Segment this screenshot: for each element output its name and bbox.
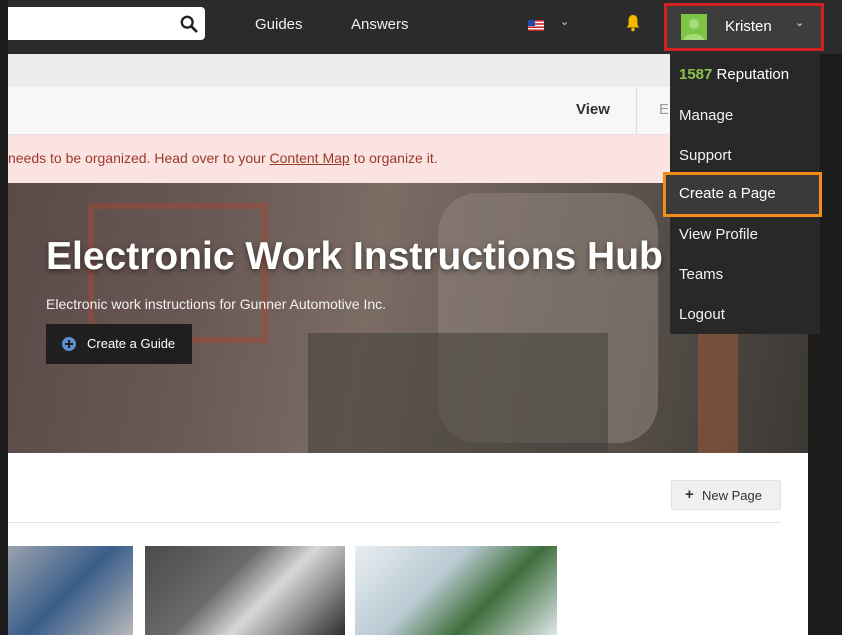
hero-subtitle: Electronic work instructions for Gunner … xyxy=(46,296,387,312)
new-page-label: New Page xyxy=(702,488,762,503)
tab-edit[interactable]: E xyxy=(659,101,669,118)
page-thumbnail[interactable] xyxy=(8,546,133,635)
content-map-link[interactable]: Content Map xyxy=(270,150,350,166)
hero-background-shape xyxy=(308,333,608,453)
hero-title: Electronic Work Instructions Hub xyxy=(46,235,663,278)
notification-bell-icon[interactable] xyxy=(625,14,641,32)
user-name: Kristen xyxy=(725,18,772,35)
tab-divider xyxy=(636,87,637,135)
section-divider xyxy=(8,522,781,523)
nav-answers-link[interactable]: Answers xyxy=(351,16,409,33)
page-thumbnail[interactable] xyxy=(145,546,345,635)
create-a-page-label: Create a Page xyxy=(679,185,776,202)
alert-text-before: needs to be organized. Head over to your xyxy=(8,150,270,166)
create-guide-button[interactable]: Create a Guide xyxy=(46,324,192,364)
search-icon[interactable] xyxy=(180,15,198,33)
page-thumbnail[interactable] xyxy=(355,546,557,635)
new-page-button[interactable]: + New Page xyxy=(671,480,781,510)
us-flag-icon[interactable] xyxy=(528,20,544,31)
top-navbar: Guides Answers ⌄ Kristen ⌄ xyxy=(8,0,842,54)
plus-circle-icon xyxy=(62,337,76,351)
reputation-label: Reputation xyxy=(716,66,790,83)
create-guide-label: Create a Guide xyxy=(87,336,176,351)
menu-item-teams[interactable]: Teams xyxy=(679,266,723,283)
tab-view[interactable]: View xyxy=(576,101,610,118)
avatar-placeholder-icon xyxy=(684,19,704,40)
alert-text-after: to organize it. xyxy=(349,150,438,166)
avatar xyxy=(681,14,707,40)
reputation-display[interactable]: 1587 Reputation xyxy=(679,66,789,83)
reputation-value: 1587 xyxy=(679,66,713,83)
menu-item-view-profile[interactable]: View Profile xyxy=(679,226,758,243)
plus-icon: + xyxy=(685,486,694,503)
menu-item-create-a-page[interactable]: Create a Page xyxy=(663,172,822,217)
search-input[interactable] xyxy=(8,7,205,40)
alert-text: needs to be organized. Head over to your… xyxy=(8,150,438,166)
user-chevron-down-icon: ⌄ xyxy=(795,17,805,29)
menu-item-logout[interactable]: Logout xyxy=(679,306,725,323)
language-chevron-down-icon[interactable]: ⌄ xyxy=(560,15,569,28)
user-menu-button[interactable]: Kristen ⌄ xyxy=(664,3,824,51)
nav-guides-link[interactable]: Guides xyxy=(255,16,303,33)
menu-item-manage[interactable]: Manage xyxy=(679,107,733,124)
menu-item-support[interactable]: Support xyxy=(679,147,732,164)
